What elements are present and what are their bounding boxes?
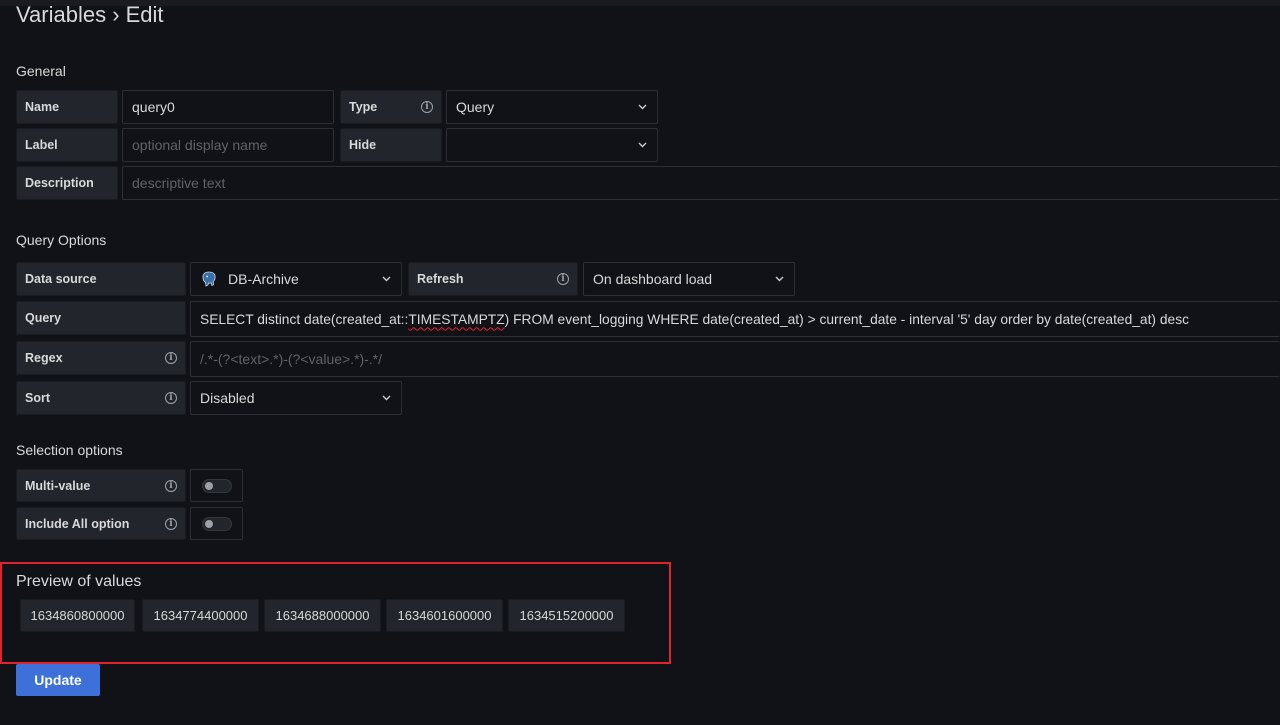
section-title-query-options: Query Options xyxy=(16,232,107,248)
type-select-value: Query xyxy=(456,99,495,115)
preview-value-chip: 1634515200000 xyxy=(508,599,625,632)
hide-label: Hide xyxy=(340,128,442,162)
preview-value-chip: 1634774400000 xyxy=(142,599,259,632)
regex-input[interactable]: /.*-(?<text>.*)-(?<value>.*)-.*/ xyxy=(190,341,1280,377)
sort-select-value: Disabled xyxy=(200,390,255,406)
regex-input-placeholder: /.*-(?<text>.*)-(?<value>.*)-.*/ xyxy=(200,351,383,367)
query-text-suffix: ) FROM event_logging WHERE date(created_… xyxy=(504,311,1190,327)
page-title: Variables › Edit xyxy=(16,2,164,27)
datasource-label-text: Data source xyxy=(25,272,97,286)
refresh-label: Refresh i xyxy=(408,262,578,296)
label-input-placeholder: optional display name xyxy=(132,137,268,153)
label-input[interactable]: optional display name xyxy=(122,128,334,162)
info-icon[interactable]: i xyxy=(165,392,177,404)
preview-value-chip: 1634688000000 xyxy=(264,599,381,632)
hide-select[interactable] xyxy=(446,128,658,162)
include-all-toggle[interactable] xyxy=(201,516,232,531)
info-icon[interactable]: i xyxy=(557,273,569,285)
query-input[interactable]: SELECT distinct date(created_at::TIMESTA… xyxy=(190,301,1280,337)
preview-value-chip: 1634601600000 xyxy=(386,599,503,632)
sort-select[interactable]: Disabled xyxy=(190,381,402,415)
info-icon[interactable]: i xyxy=(165,517,177,530)
regex-label: Regex i xyxy=(16,341,186,375)
query-text-spellcheck-flag: TIMESTAMPTZ xyxy=(408,311,505,327)
label-label-text: Label xyxy=(25,138,58,152)
regex-label-text: Regex xyxy=(25,351,63,365)
type-label: Type i xyxy=(340,90,442,124)
query-label-text: Query xyxy=(25,311,62,325)
preview-value-chip: 1634860800000 xyxy=(20,599,135,632)
include-all-label: Include All option i xyxy=(16,507,186,540)
multi-value-toggle[interactable] xyxy=(201,478,232,493)
label-label: Label xyxy=(16,128,118,162)
chevron-down-icon xyxy=(638,104,647,110)
chevron-down-icon xyxy=(382,395,391,401)
include-all-label-text: Include All option xyxy=(25,516,130,531)
info-icon[interactable]: i xyxy=(165,479,177,492)
datasource-select-value: DB-Archive xyxy=(228,271,299,287)
chevron-down-icon xyxy=(775,276,784,282)
refresh-select[interactable]: On dashboard load xyxy=(583,262,795,296)
type-select[interactable]: Query xyxy=(446,90,658,124)
include-all-toggle-box xyxy=(190,507,243,540)
top-bar xyxy=(0,0,1280,6)
datasource-label: Data source xyxy=(16,262,186,296)
description-input[interactable]: descriptive text xyxy=(122,166,1280,200)
update-button[interactable]: Update xyxy=(16,664,100,696)
refresh-select-value: On dashboard load xyxy=(593,271,713,287)
name-input-value: query0 xyxy=(132,99,175,115)
section-title-selection-options: Selection options xyxy=(16,442,123,458)
query-text: SELECT distinct date(created_at::TIMESTA… xyxy=(200,312,1189,327)
query-label: Query xyxy=(16,301,186,335)
info-icon[interactable]: i xyxy=(165,352,177,364)
name-label-text: Name xyxy=(25,100,60,114)
hide-label-text: Hide xyxy=(349,138,377,152)
chevron-down-icon xyxy=(638,142,647,148)
multi-value-label-text: Multi-value xyxy=(25,478,91,493)
info-icon[interactable]: i xyxy=(421,101,433,113)
description-label-text: Description xyxy=(25,176,94,190)
query-text-prefix: SELECT distinct date(created_at:: xyxy=(200,311,409,327)
postgres-elephant-icon xyxy=(202,271,216,287)
multi-value-label: Multi-value i xyxy=(16,469,186,502)
description-input-placeholder: descriptive text xyxy=(132,175,226,191)
description-label: Description xyxy=(16,166,118,200)
datasource-select[interactable]: DB-Archive xyxy=(190,262,402,296)
section-title-general: General xyxy=(16,63,66,79)
multi-value-toggle-box xyxy=(190,469,243,502)
name-label: Name xyxy=(16,90,118,124)
section-title-preview: Preview of values xyxy=(16,573,142,590)
chevron-down-icon xyxy=(382,276,391,282)
type-label-text: Type xyxy=(349,100,378,114)
sort-label: Sort i xyxy=(16,381,186,415)
name-input[interactable]: query0 xyxy=(122,90,334,124)
refresh-label-text: Refresh xyxy=(417,272,464,286)
sort-label-text: Sort xyxy=(25,391,50,405)
